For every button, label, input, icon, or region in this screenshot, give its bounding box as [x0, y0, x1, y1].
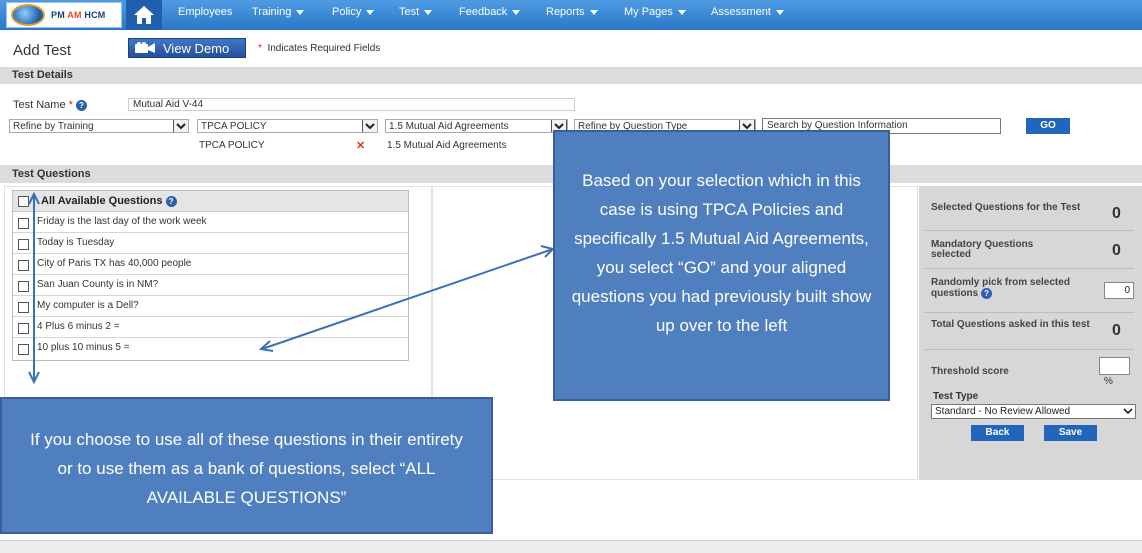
- home-button[interactable]: [126, 0, 162, 30]
- view-demo-button[interactable]: View Demo: [128, 38, 246, 58]
- divider: [924, 349, 1134, 350]
- back-button[interactable]: Back: [971, 425, 1024, 441]
- chevron-down-icon: [362, 120, 377, 132]
- test-name-label: Test Name * ?: [13, 99, 87, 111]
- question-row[interactable]: San Juan County is in NM?: [13, 275, 408, 296]
- random-pick-label: Randomly pick from selected questions ?: [931, 277, 1070, 300]
- selected-questions-label: Selected Questions for the Test: [931, 202, 1081, 213]
- selected-questions-count: 0: [1112, 205, 1121, 222]
- random-pick-input[interactable]: 0: [1104, 282, 1134, 299]
- video-camera-icon: [135, 42, 155, 53]
- nav-policy[interactable]: Policy: [332, 0, 375, 30]
- available-questions-list: All Available Questions ? Friday is the …: [12, 190, 409, 361]
- logo-text: PM AM HCM: [51, 10, 106, 20]
- divider: [924, 230, 1134, 231]
- callout-all-questions-explanation: If you choose to use all of these questi…: [0, 397, 493, 534]
- chevron-down-icon: [589, 10, 598, 15]
- all-questions-checkbox[interactable]: [18, 196, 29, 207]
- agreement-select[interactable]: 1.5 Mutual Aid Agreements: [385, 119, 568, 133]
- selected-policy-chip: TPCA POLICY: [197, 139, 377, 153]
- required-fields-note: * Indicates Required Fields: [258, 43, 381, 54]
- question-row[interactable]: 4 Plus 6 minus 2 =: [13, 317, 408, 338]
- chevron-down-icon: [512, 10, 521, 15]
- question-checkbox[interactable]: [18, 323, 29, 334]
- chevron-down-icon: [173, 120, 188, 132]
- nav-test[interactable]: Test: [399, 0, 433, 30]
- policy-select[interactable]: TPCA POLICY: [197, 119, 378, 133]
- threshold-score-input[interactable]: [1099, 357, 1130, 375]
- chevron-down-icon: [296, 10, 305, 15]
- all-available-questions-header[interactable]: All Available Questions ?: [13, 191, 408, 212]
- test-name-input[interactable]: Mutual Aid V-44: [128, 98, 575, 111]
- refine-by-training-select[interactable]: Refine by Training: [9, 119, 189, 133]
- mandatory-questions-label: Mandatory Questions selected: [931, 239, 1034, 260]
- question-checkbox[interactable]: [18, 260, 29, 271]
- chevron-down-icon: [366, 10, 375, 15]
- question-checkbox[interactable]: [18, 239, 29, 250]
- callout-go-explanation: Based on your selection which in this ca…: [553, 130, 890, 401]
- test-type-select[interactable]: Standard - No Review Allowed: [931, 404, 1136, 419]
- selected-agreement-chip: 1.5 Mutual Aid Agreements: [385, 139, 545, 153]
- remove-policy-icon[interactable]: ✕: [356, 139, 365, 153]
- percent-sign: %: [1104, 376, 1113, 387]
- chevron-down-icon: [677, 10, 686, 15]
- nav-employees[interactable]: Employees: [178, 0, 232, 30]
- test-details-header: Test Details: [0, 67, 1142, 84]
- total-questions-count: 0: [1112, 322, 1121, 339]
- question-checkbox[interactable]: [18, 344, 29, 355]
- nav-assessment[interactable]: Assessment: [711, 0, 784, 30]
- divider: [924, 268, 1134, 269]
- nav-feedback[interactable]: Feedback: [459, 0, 521, 30]
- nav-my-pages[interactable]: My Pages: [624, 0, 686, 30]
- question-row[interactable]: Friday is the last day of the work week: [13, 212, 408, 233]
- view-demo-label: View Demo: [163, 40, 230, 56]
- question-checkbox[interactable]: [18, 302, 29, 313]
- question-checkbox[interactable]: [18, 281, 29, 292]
- total-questions-label: Total Questions asked in this test: [931, 319, 1090, 330]
- globe-logo-icon: [11, 4, 45, 26]
- question-row[interactable]: 10 plus 10 minus 5 =: [13, 338, 408, 359]
- question-checkbox[interactable]: [18, 218, 29, 229]
- help-icon[interactable]: ?: [75, 99, 87, 111]
- home-icon: [134, 6, 154, 24]
- nav-training[interactable]: Training: [252, 0, 305, 30]
- page: PM AM HCM Employees Training Policy Test…: [0, 0, 1142, 553]
- divider: [924, 312, 1134, 313]
- threshold-score-label: Threshold score: [931, 366, 1009, 377]
- page-title: Add Test: [13, 42, 72, 59]
- question-row[interactable]: My computer is a Dell?: [13, 296, 408, 317]
- save-button[interactable]: Save: [1044, 425, 1097, 441]
- chevron-down-icon: [1123, 405, 1133, 421]
- question-row[interactable]: City of Paris TX has 40,000 people: [13, 254, 408, 275]
- company-logo[interactable]: PM AM HCM: [6, 2, 122, 28]
- footer-bar: [0, 540, 1142, 553]
- chevron-down-icon: [775, 10, 784, 15]
- nav-reports[interactable]: Reports: [546, 0, 598, 30]
- chevron-down-icon: [424, 10, 433, 15]
- question-row[interactable]: Today is Tuesday: [13, 233, 408, 254]
- help-icon[interactable]: ?: [165, 195, 177, 207]
- go-button[interactable]: GO: [1026, 118, 1070, 134]
- mandatory-questions-count: 0: [1112, 242, 1121, 259]
- help-icon[interactable]: ?: [981, 288, 993, 299]
- test-type-label: Test Type: [933, 391, 979, 402]
- top-navigation-bar: PM AM HCM Employees Training Policy Test…: [0, 0, 1142, 30]
